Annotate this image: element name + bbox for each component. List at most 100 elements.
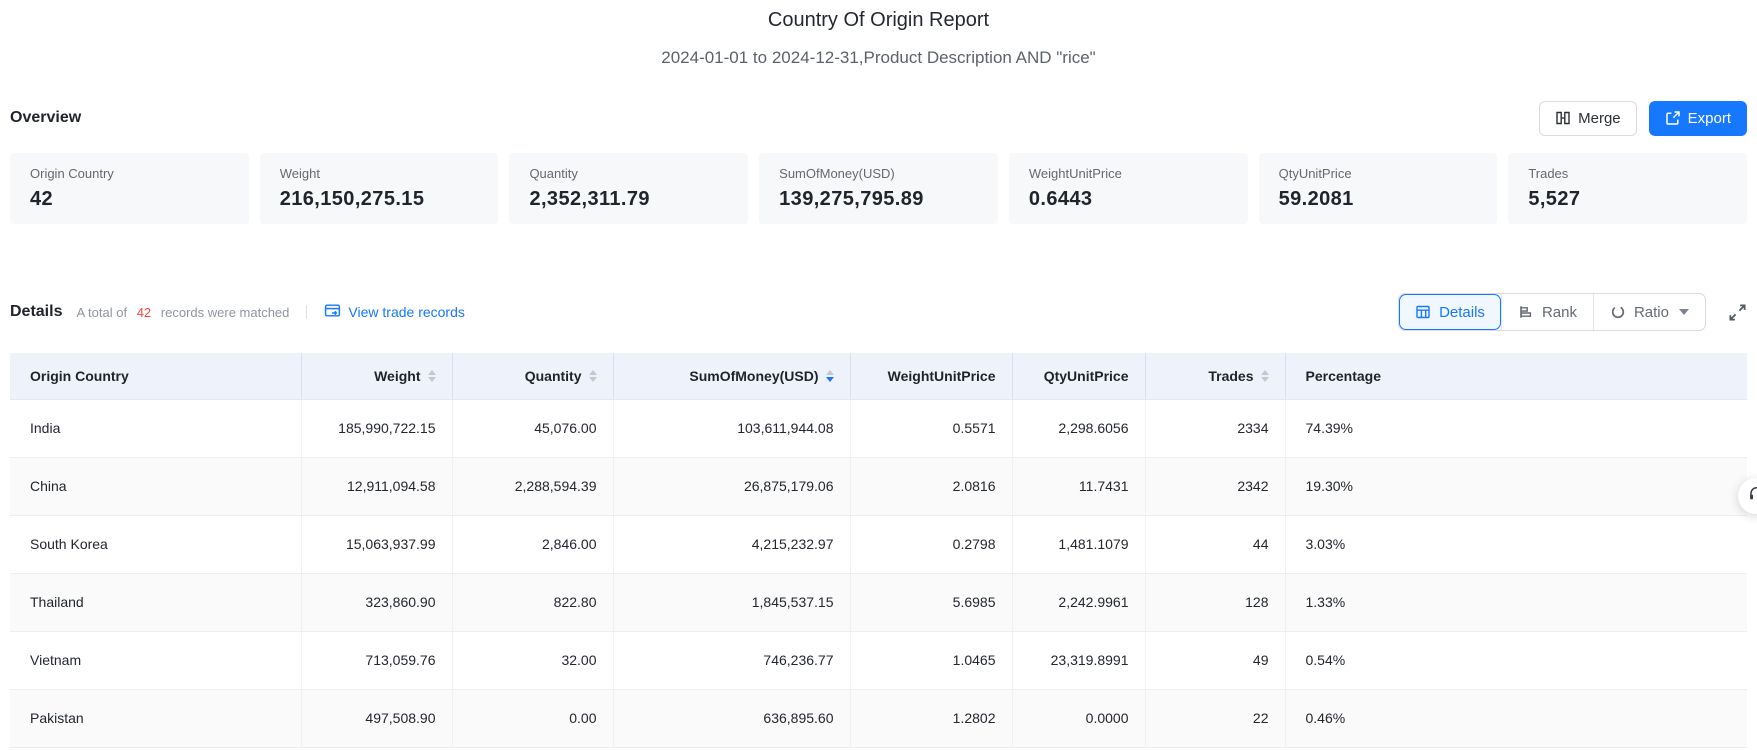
table-header-row: Origin Country Weight Quantity SumOfMoney(U… <box>10 353 1747 400</box>
cell-weight-unit-price: 0.5571 <box>850 399 1013 458</box>
cell-trades: 2334 <box>1145 399 1286 458</box>
merge-icon <box>1555 110 1571 126</box>
stat-card-value: 216,150,275.15 <box>279 188 425 210</box>
cell-quantity: 2,846.00 <box>452 515 614 574</box>
column-header-weight[interactable]: Weight <box>301 353 453 400</box>
stat-card: WeightUnitPrice 0.6443 <box>1008 153 1248 224</box>
cell-qty-unit-price: 2,298.6056 <box>1012 399 1146 458</box>
stat-card: Trades 5,527 <box>1508 153 1748 224</box>
tab-rank-label: Rank <box>1541 303 1577 321</box>
stat-card: SumOfMoney(USD) 139,275,795.89 <box>759 153 998 224</box>
cell-origin-country: China <box>10 457 302 516</box>
cell-trades: 22 <box>1145 689 1286 748</box>
overview-cards: Origin Country 42 Weight 216,150,275.15 … <box>10 153 1748 224</box>
table-row: India 185,990,722.15 45,076.00 103,611,944.… <box>10 399 1747 458</box>
headset-icon <box>1747 484 1757 508</box>
stat-card: Quantity 2,352,311.79 <box>509 153 749 224</box>
match-summary-prefix: A total of <box>76 304 128 320</box>
column-header-quantity[interactable]: Quantity <box>452 353 614 400</box>
table-row: Vietnam 713,059.76 32.00 746,236.77 1.0465 23… <box>10 631 1747 690</box>
chevron-down-icon <box>1679 309 1689 315</box>
match-summary-suffix: records were matched <box>160 304 290 320</box>
matched-count: 42 <box>136 304 152 320</box>
cell-weight: 15,063,937.99 <box>301 515 453 574</box>
table-row: Pakistan 497,508.90 0.00 636,895.60 1.2802 0.… <box>10 689 1747 748</box>
tab-ratio[interactable]: Ratio <box>1592 294 1705 330</box>
column-label: Quantity <box>524 367 582 384</box>
cell-qty-unit-price: 2,242.9961 <box>1012 573 1146 632</box>
cell-percentage: 0.46% <box>1285 689 1747 748</box>
cell-percentage: 1.33% <box>1285 573 1747 632</box>
cell-weight: 185,990,722.15 <box>301 399 453 458</box>
cell-percentage: 0.54% <box>1285 631 1747 690</box>
cell-origin-country: India <box>10 399 302 458</box>
overview-heading: Overview <box>10 109 82 126</box>
merge-button-label: Merge <box>1578 109 1621 127</box>
overview-actions: Merge Export <box>1539 100 1747 136</box>
stat-card-label: WeightUnitPrice <box>1028 166 1122 181</box>
stat-card: Origin Country 42 <box>10 153 249 224</box>
details-table-wrap: Origin Country Weight Quantity SumOfMoney(U… <box>10 353 1747 748</box>
cell-weight-unit-price: 1.2802 <box>850 689 1013 748</box>
rank-bars-icon <box>1518 304 1534 320</box>
view-switcher: Details Rank Ratio <box>1398 293 1706 331</box>
cell-quantity: 45,076.00 <box>452 399 614 458</box>
cell-sum-of-money-usd: 26,875,179.06 <box>613 457 851 516</box>
cell-percentage: 19.30% <box>1285 457 1747 516</box>
stat-card-value: 5,527 <box>1528 188 1581 210</box>
stat-card-value: 59.2081 <box>1278 188 1354 210</box>
cell-trades: 128 <box>1145 573 1286 632</box>
stat-card-value: 0.6443 <box>1028 188 1093 210</box>
cell-weight: 323,860.90 <box>301 573 453 632</box>
export-button-label: Export <box>1687 109 1731 127</box>
export-button[interactable]: Export <box>1648 100 1747 136</box>
sort-carets-icon <box>1260 369 1269 382</box>
column-label: Percentage <box>1305 367 1381 384</box>
cell-weight-unit-price: 1.0465 <box>850 631 1013 690</box>
export-icon <box>1665 110 1681 126</box>
column-header-trades[interactable]: Trades <box>1145 353 1286 400</box>
tab-rank[interactable]: Rank <box>1500 294 1593 330</box>
column-label: WeightUnitPrice <box>887 367 996 384</box>
sort-carets-icon <box>825 369 834 382</box>
column-label: Weight <box>374 367 421 384</box>
details-bar: Details A total of 42 records were match… <box>10 292 1747 332</box>
cell-percentage: 3.03% <box>1285 515 1747 574</box>
column-label: QtyUnitPrice <box>1043 367 1129 384</box>
stat-card-value: 42 <box>30 188 54 210</box>
column-header-sum-of-money-usd[interactable]: SumOfMoney(USD) <box>613 353 851 400</box>
merge-button[interactable]: Merge <box>1539 100 1637 136</box>
cell-sum-of-money-usd: 636,895.60 <box>613 689 851 748</box>
cell-qty-unit-price: 11.7431 <box>1012 457 1146 516</box>
table-row: China 12,911,094.58 2,288,594.39 26,875,179… <box>10 457 1747 516</box>
trade-records-window-icon <box>324 302 341 322</box>
column-label: SumOfMoney(USD) <box>689 367 819 384</box>
stat-card-value: 2,352,311.79 <box>529 188 650 210</box>
fullscreen-icon[interactable] <box>1728 303 1747 322</box>
column-header-origin-country: Origin Country <box>10 353 302 400</box>
sort-carets-icon <box>588 369 597 382</box>
cell-qty-unit-price: 0.0000 <box>1012 689 1146 748</box>
stat-card-label: Quantity <box>529 166 578 181</box>
tab-details-label: Details <box>1439 303 1485 321</box>
cell-origin-country: Vietnam <box>10 631 302 690</box>
stat-card: QtyUnitPrice 59.2081 <box>1258 153 1498 224</box>
details-bar-left: Details A total of 42 records were match… <box>10 302 465 322</box>
details-table: Origin Country Weight Quantity SumOfMoney(U… <box>10 353 1747 748</box>
ratio-donut-icon <box>1610 304 1626 320</box>
cell-weight: 713,059.76 <box>301 631 453 690</box>
tab-details[interactable]: Details <box>1399 294 1501 330</box>
cell-weight: 12,911,094.58 <box>301 457 453 516</box>
cell-qty-unit-price: 1,481.1079 <box>1012 515 1146 574</box>
cell-sum-of-money-usd: 1,845,537.15 <box>613 573 851 632</box>
country-of-origin-report-page: Country Of Origin Report 2024-01-01 to 2… <box>0 0 1757 748</box>
column-header-weight-unit-price: WeightUnitPrice <box>850 353 1013 400</box>
table-row: Thailand 323,860.90 822.80 1,845,537.15 5.69… <box>10 573 1747 632</box>
cell-percentage: 74.39% <box>1285 399 1747 458</box>
tab-ratio-label: Ratio <box>1633 303 1669 321</box>
view-trade-records-link[interactable]: View trade records <box>324 302 465 322</box>
stat-card-value: 139,275,795.89 <box>779 188 924 210</box>
stat-card-label: SumOfMoney(USD) <box>779 166 895 181</box>
cell-trades: 44 <box>1145 515 1286 574</box>
column-header-qty-unit-price: QtyUnitPrice <box>1012 353 1146 400</box>
